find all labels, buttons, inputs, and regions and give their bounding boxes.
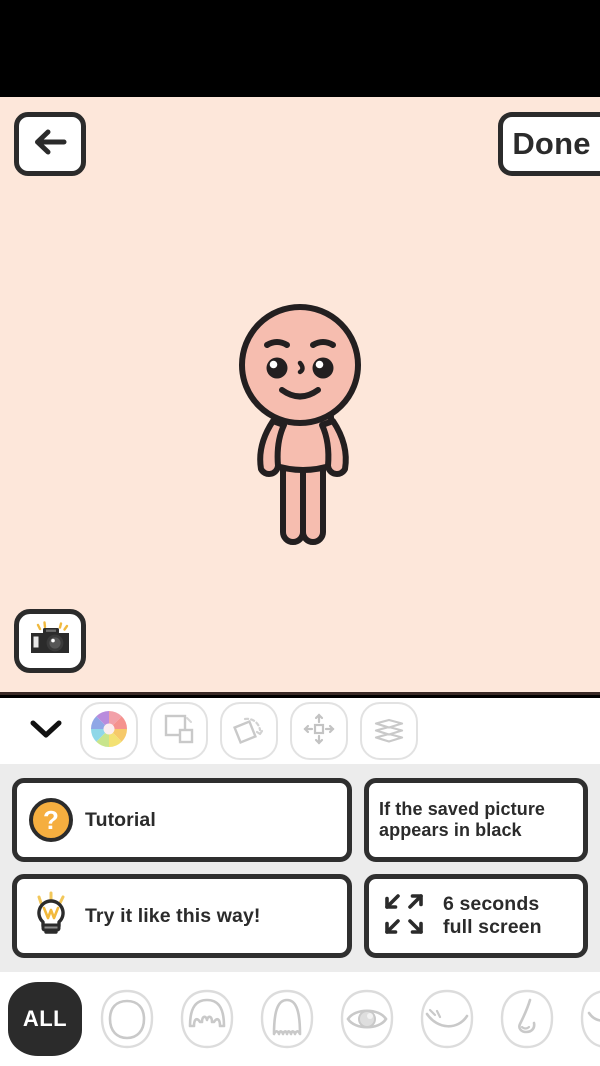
move-icon [302,712,336,751]
done-button-label: Done [512,126,591,161]
back-button[interactable] [14,112,86,176]
tool-layers[interactable] [360,702,418,760]
try-this-way-card[interactable]: Try it like this way! [12,874,352,958]
chevron-down-icon [30,719,62,744]
eyebrow-icon [416,986,478,1052]
category-bar[interactable]: ALL [0,972,600,1066]
nose-icon [496,986,558,1052]
fullscreen-card-label: 6 seconds full screen [443,893,542,938]
done-button[interactable]: Done [498,112,600,176]
category-all-label: ALL [22,1006,68,1031]
avatar-canvas[interactable]: Done [0,97,600,695]
eye-icon [336,986,398,1052]
question-mark-icon: ? [29,798,73,842]
category-hair-front[interactable] [172,982,242,1056]
try-this-way-card-label: Try it like this way! [85,904,261,927]
hair-long-icon [256,986,318,1052]
duplicate-icon [162,712,196,751]
arrow-left-icon [32,127,68,162]
rotate-icon [232,712,266,751]
category-hair-long[interactable] [252,982,322,1056]
fullscreen-card[interactable]: 6 seconds full screen [364,874,588,958]
category-face[interactable] [92,982,162,1056]
edit-toolbar [0,698,600,764]
color-wheel-icon [89,709,129,754]
category-eyes[interactable] [332,982,402,1056]
tutorial-card-label: Tutorial [85,808,156,831]
layers-icon [372,712,406,751]
status-bar [0,0,600,97]
saved-black-card-label: If the saved picture appears in black [379,798,546,840]
tool-rotate[interactable] [220,702,278,760]
collapse-panel-button[interactable] [24,709,68,753]
saved-black-card[interactable]: If the saved picture appears in black [364,778,588,862]
category-nose[interactable] [492,982,562,1056]
app-root: Done ? Tutorial If the saved picture app… [0,0,600,1066]
screenshot-button[interactable] [14,609,86,673]
tool-move[interactable] [290,702,348,760]
face-shape-icon [96,986,158,1052]
camera-icon [27,619,73,664]
category-all[interactable]: ALL [8,982,82,1056]
avatar-character[interactable] [0,297,600,557]
tool-duplicate[interactable] [150,702,208,760]
expand-arrows-icon [379,891,431,942]
hair-bangs-icon [176,986,238,1052]
tool-color[interactable] [80,702,138,760]
lightbulb-icon [29,890,73,943]
tutorial-card[interactable]: ? Tutorial [12,778,352,862]
category-eyebrows[interactable] [412,982,482,1056]
mouth-icon [576,986,600,1052]
help-panel: ? Tutorial If the saved picture appears … [0,764,600,972]
category-mouth[interactable] [572,982,600,1056]
